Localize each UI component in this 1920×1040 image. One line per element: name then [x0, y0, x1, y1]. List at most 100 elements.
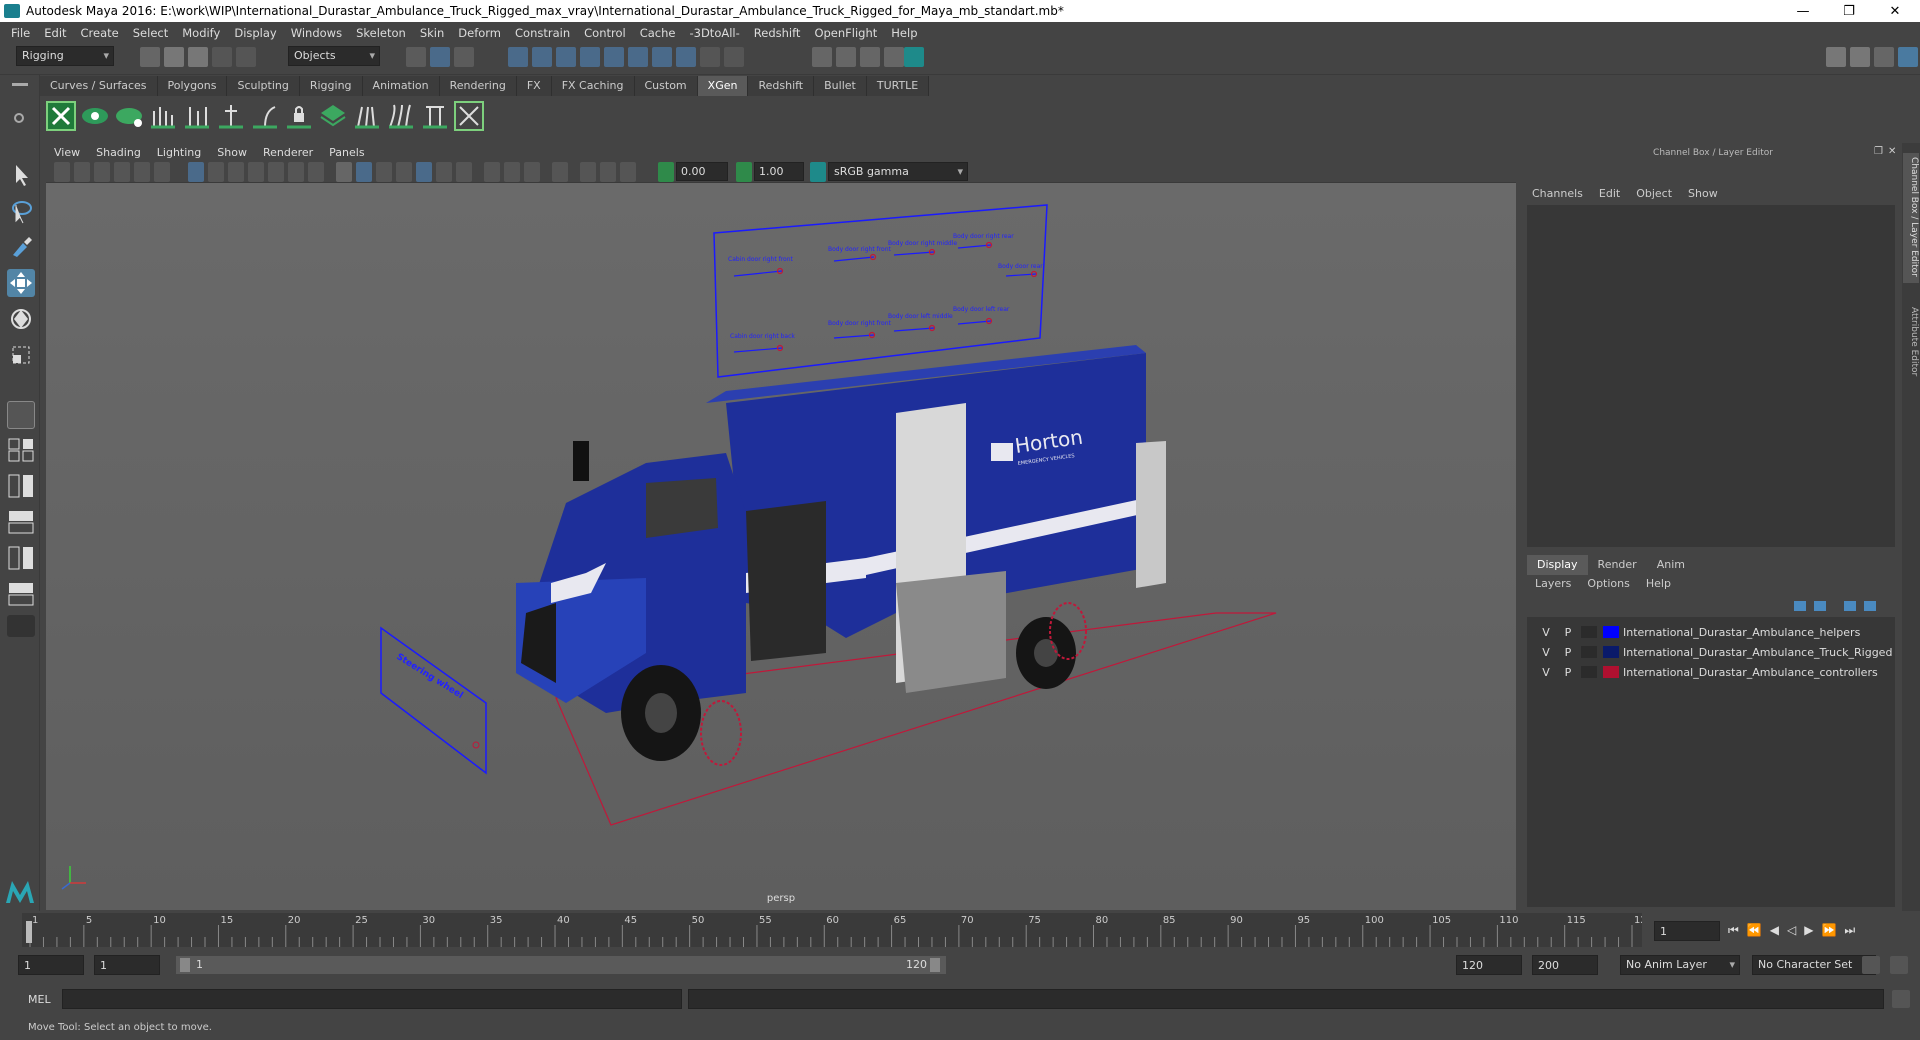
xgen-cut-icon[interactable]: [420, 101, 450, 131]
menu-select[interactable]: Select: [126, 26, 175, 40]
steering-knob[interactable]: [472, 741, 480, 749]
menu-control[interactable]: Control: [577, 26, 633, 40]
go-to-start-icon[interactable]: ⏮: [1728, 923, 1747, 937]
range-end-handle[interactable]: [930, 958, 940, 972]
channel-box-toggle-icon[interactable]: [1898, 47, 1918, 67]
2d-pan-zoom-icon[interactable]: [134, 162, 150, 182]
xgen-comb-icon[interactable]: [386, 101, 416, 131]
step-back-frame-icon[interactable]: ◀: [1770, 923, 1787, 937]
motion-blur-icon[interactable]: [484, 162, 500, 182]
playback-toggle[interactable]: P: [1557, 646, 1579, 659]
show-menu[interactable]: Show: [1680, 187, 1726, 205]
step-forward-frame-icon[interactable]: ⏩: [1821, 923, 1844, 937]
menu-display[interactable]: Display: [227, 26, 283, 40]
xray-joints-icon[interactable]: [600, 162, 616, 182]
shelf-menu-icon[interactable]: [12, 83, 28, 86]
xgen-guide-length-icon[interactable]: [216, 101, 246, 131]
layer-color-swatch[interactable]: [1603, 626, 1619, 638]
script-editor-icon[interactable]: [1892, 990, 1910, 1008]
selection-mask-dropdown[interactable]: Objects: [288, 46, 380, 66]
select-object-icon[interactable]: [430, 47, 450, 67]
visibility-toggle[interactable]: V: [1535, 666, 1557, 679]
time-slider[interactable]: 1 5 10 15 20 25 30 35 40 45 50 55 60 65 70 75 80 85 90 95 10…: [0, 911, 1920, 949]
current-frame-field[interactable]: 1: [1654, 921, 1720, 941]
animation-start-field[interactable]: 1: [18, 955, 84, 975]
layer-type-box[interactable]: [1581, 666, 1597, 678]
menu-windows[interactable]: Windows: [284, 26, 349, 40]
play-backward-icon[interactable]: ◁: [1787, 923, 1804, 937]
menu-file[interactable]: File: [4, 26, 37, 40]
shelf-settings-icon[interactable]: [14, 113, 24, 123]
shelf-tab-turtle[interactable]: TURTLE: [866, 76, 930, 96]
safe-action-icon[interactable]: [288, 162, 304, 182]
visibility-toggle[interactable]: V: [1535, 626, 1557, 639]
snap-curve-icon[interactable]: [532, 47, 552, 67]
xgen-preview-icon[interactable]: [80, 101, 110, 131]
xgen-noise-icon[interactable]: [454, 101, 484, 131]
camera-select-icon[interactable]: [54, 162, 70, 182]
select-tool-icon[interactable]: [7, 161, 35, 189]
hypershade-layout-icon[interactable]: [7, 581, 35, 607]
depth-of-field-icon[interactable]: [524, 162, 540, 182]
layer-type-box[interactable]: [1581, 646, 1597, 658]
render-settings-icon[interactable]: [884, 47, 904, 67]
float-panel-icon[interactable]: ❐: [1874, 146, 1883, 157]
snap-surface2-icon[interactable]: [652, 47, 672, 67]
range-slider[interactable]: 1 120: [176, 956, 946, 974]
render-sequence-icon[interactable]: [836, 47, 856, 67]
edit-menu[interactable]: Edit: [1591, 187, 1628, 205]
exposure-icon[interactable]: [658, 162, 674, 182]
menu-cache[interactable]: Cache: [633, 26, 683, 40]
range-start-handle[interactable]: [180, 958, 190, 972]
maximize-button[interactable]: ❐: [1826, 0, 1872, 22]
paint-select-tool-icon[interactable]: [7, 233, 35, 261]
field-chart-icon[interactable]: [268, 162, 284, 182]
menu-3dtoall[interactable]: -3DtoAll-: [682, 26, 746, 40]
visibility-toggle[interactable]: V: [1535, 646, 1557, 659]
snap-grid-icon[interactable]: [508, 47, 528, 67]
outliner-toggle-icon[interactable]: [1850, 47, 1870, 67]
backface-culling-icon[interactable]: [620, 162, 636, 182]
menu-deform[interactable]: Deform: [451, 26, 508, 40]
auto-key-icon[interactable]: [1862, 956, 1880, 974]
layer-row[interactable]: V P International_Durastar_Ambulance_con…: [1535, 663, 1895, 681]
perspective-viewport[interactable]: Cabin door right front Body door right f…: [46, 183, 1516, 910]
exposure-field[interactable]: 0.00: [676, 162, 728, 181]
shelf-tab-rendering[interactable]: Rendering: [439, 76, 517, 96]
textured-icon[interactable]: [396, 162, 412, 182]
playback-toggle[interactable]: P: [1557, 666, 1579, 679]
shelf-tab-xgen[interactable]: XGen: [697, 76, 749, 96]
xgen-editor-icon[interactable]: [46, 101, 76, 131]
xray-icon[interactable]: [580, 162, 596, 182]
menu-redshift[interactable]: Redshift: [747, 26, 808, 40]
color-management-icon[interactable]: [810, 162, 826, 182]
single-perspective-layout-icon[interactable]: [7, 401, 35, 429]
snap-surface-icon[interactable]: [604, 47, 624, 67]
channels-menu[interactable]: Channels: [1524, 187, 1591, 205]
scale-tool-icon[interactable]: [7, 341, 35, 369]
gate-mask-icon[interactable]: [248, 162, 264, 182]
select-component-icon[interactable]: [454, 47, 474, 67]
shelf-tab-animation[interactable]: Animation: [362, 76, 440, 96]
cab-door-open[interactable]: [746, 501, 826, 661]
xgen-lock-guide-icon[interactable]: [284, 101, 314, 131]
wireframe-icon[interactable]: [336, 162, 352, 182]
menu-skin[interactable]: Skin: [413, 26, 451, 40]
steering-control-panel[interactable]: [380, 626, 487, 775]
gamma-icon[interactable]: [736, 162, 752, 182]
redo-icon[interactable]: [236, 47, 256, 67]
tool-settings-icon[interactable]: [1874, 47, 1894, 67]
view-transform-dropdown[interactable]: sRGB gamma: [828, 162, 968, 181]
grid-toggle-icon[interactable]: [188, 162, 204, 182]
shelf-tab-redshift[interactable]: Redshift: [748, 76, 815, 96]
four-view-layout-icon[interactable]: [7, 437, 35, 463]
workspace-icon[interactable]: [1826, 47, 1846, 67]
character-set-dropdown[interactable]: No Character Set: [1752, 955, 1876, 975]
snap-vertex-icon[interactable]: [628, 47, 648, 67]
gamma-field[interactable]: 1.00: [754, 162, 804, 181]
minimize-button[interactable]: —: [1780, 0, 1826, 22]
layer-type-box[interactable]: [1581, 626, 1597, 638]
vp-menu-renderer[interactable]: Renderer: [255, 146, 321, 159]
vp-menu-show[interactable]: Show: [209, 146, 255, 159]
shelf-tab-custom[interactable]: Custom: [634, 76, 698, 96]
